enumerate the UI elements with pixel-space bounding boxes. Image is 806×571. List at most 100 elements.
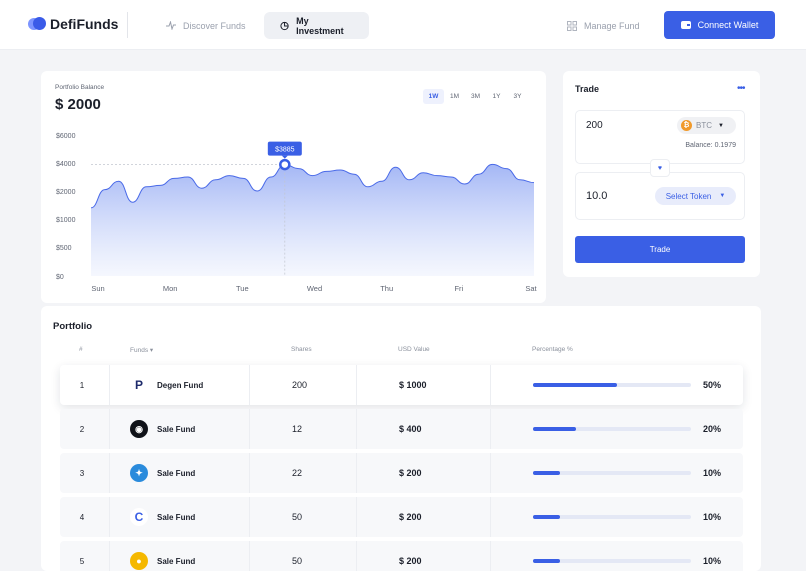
to-amount-input[interactable]: 10.0 — [586, 190, 607, 202]
bitcoin-icon: ₿ — [681, 120, 692, 131]
from-token-box: 200 ₿ BTC ▼ Balance: 0.1979 — [575, 110, 745, 164]
column-separator — [249, 453, 250, 493]
row-number: 5 — [79, 556, 85, 566]
fund-name: Degen Fund — [157, 380, 204, 390]
c-logo-icon: C — [130, 508, 148, 526]
column-separator — [490, 365, 491, 405]
column-separator — [490, 497, 491, 537]
col-header-usd: USD Value — [398, 346, 430, 353]
table-row[interactable]: 2 ◉ Sale Fund 12 $ 400 20% — [60, 409, 743, 449]
logo-icon — [28, 15, 46, 33]
fund-cell[interactable]: ✦ Sale Fund — [130, 453, 195, 493]
connect-wallet-label: Connect Wallet — [697, 20, 759, 30]
bar-track — [533, 471, 691, 475]
portfolio-table: Portfolio # Funds ▾ Shares USD Value Per… — [41, 306, 761, 571]
connect-wallet-button[interactable]: Connect Wallet — [664, 11, 775, 39]
table-row[interactable]: 3 ✦ Sale Fund 22 $ 200 10% — [60, 453, 743, 493]
bar-track — [533, 559, 691, 563]
percentage-value: 10% — [703, 512, 722, 522]
x-tick-label: Wed — [307, 284, 322, 293]
more-options-icon[interactable]: ••• — [737, 83, 745, 94]
to-token-box: 10.0 Select Token ▼ — [575, 172, 745, 220]
percentage-bar — [533, 409, 691, 449]
table-row[interactable]: 5 ● Sale Fund 50 $ 200 10% — [60, 541, 743, 571]
percentage-value: 20% — [703, 424, 722, 434]
column-separator — [490, 409, 491, 449]
row-number: 4 — [79, 512, 85, 522]
bar-fill — [533, 515, 560, 519]
shares-value: 12 — [292, 424, 303, 434]
swap-direction-button[interactable]: ♥ — [650, 159, 670, 177]
fund-cell[interactable]: C Sale Fund — [130, 497, 195, 537]
from-amount-input[interactable]: 200 — [586, 120, 603, 131]
bar-track — [533, 515, 691, 519]
header-divider — [127, 12, 128, 38]
nav-label: My Investment — [296, 15, 344, 36]
x-tick-label: Tue — [236, 284, 249, 293]
column-separator — [356, 541, 357, 571]
percentage-bar — [533, 453, 691, 493]
row-number: 3 — [79, 468, 85, 478]
nav-label: Manage Fund — [584, 20, 640, 31]
column-separator — [249, 497, 250, 537]
y-tick-label: $2000 — [56, 189, 76, 196]
fund-cell[interactable]: ◉ Sale Fund — [130, 409, 195, 449]
nav-my-investment[interactable]: My Investment — [264, 12, 369, 39]
balance-chart[interactable]: $6000 $4000 $2000 $1000 $500 $0 Sun Mon Tue Wed Th… — [41, 71, 546, 303]
x-tick-label: Sat — [525, 284, 537, 293]
logo[interactable]: DefiFunds — [28, 15, 118, 33]
percentage-value: 10% — [703, 468, 722, 478]
column-separator — [356, 365, 357, 405]
fund-cell[interactable]: ● Sale Fund — [130, 541, 195, 571]
row-number: 1 — [79, 380, 85, 390]
fund-name: Sale Fund — [157, 512, 196, 522]
percentage-value: 10% — [703, 556, 722, 566]
table-row[interactable]: 1 P Degen Fund 200 $ 1000 50% — [60, 365, 743, 405]
usd-value: $ 400 — [399, 424, 422, 434]
column-separator — [109, 453, 110, 493]
y-tick-label: $500 — [56, 245, 72, 252]
shares-value: 50 — [292, 512, 303, 522]
shares-value: 50 — [292, 556, 303, 566]
from-token-select[interactable]: ₿ BTC ▼ — [677, 117, 736, 134]
portfolio-title: Portfolio — [53, 321, 93, 332]
bar-track — [533, 383, 691, 387]
trade-title: Trade — [575, 84, 600, 94]
table-row[interactable]: 4 C Sale Fund 50 $ 200 10% — [60, 497, 743, 537]
bar-fill — [533, 383, 617, 387]
column-separator — [356, 497, 357, 537]
yellow-token-icon: ● — [130, 552, 148, 570]
swap-heart-icon: ♥ — [657, 164, 663, 172]
column-separator — [490, 453, 491, 493]
col-header-shares: Shares — [291, 346, 312, 353]
column-separator — [109, 409, 110, 449]
bar-fill — [533, 427, 576, 431]
bar-track — [533, 427, 691, 431]
column-separator — [109, 541, 110, 571]
usd-value: $ 1000 — [399, 380, 427, 390]
caret-down-icon: ▼ — [718, 122, 724, 129]
fund-cell[interactable]: P Degen Fund — [130, 365, 203, 405]
percentage-bar — [533, 541, 691, 571]
column-separator — [356, 409, 357, 449]
area-fill — [91, 164, 534, 276]
dark-token-icon: ◉ — [130, 420, 148, 438]
percentage-bar — [533, 365, 691, 405]
column-separator — [109, 365, 110, 405]
trade-card: Trade ••• 200 ₿ BTC ▼ Balance: 0.1979 ♥ … — [563, 71, 760, 277]
percentage-value: 50% — [703, 380, 722, 390]
nav-discover-funds[interactable]: Discover Funds — [150, 12, 262, 39]
usd-value: $ 200 — [399, 512, 422, 522]
column-separator — [249, 365, 250, 405]
column-separator — [109, 497, 110, 537]
portfolio-balance-card: Portfolio Balance $ 2000 1W 1M 3M 1Y 3Y … — [41, 71, 546, 303]
trade-button[interactable]: Trade — [575, 236, 745, 263]
shares-value: 22 — [292, 468, 303, 478]
nav-manage-fund[interactable]: Manage Fund — [551, 12, 656, 39]
col-header-funds[interactable]: Funds ▾ — [130, 346, 153, 354]
select-token-button[interactable]: Select Token ▼ — [655, 187, 736, 205]
y-tick-label: $4000 — [56, 161, 76, 168]
usd-value: $ 200 — [399, 556, 422, 566]
y-tick-label: $6000 — [56, 133, 76, 140]
fund-name: Sale Fund — [157, 468, 196, 478]
